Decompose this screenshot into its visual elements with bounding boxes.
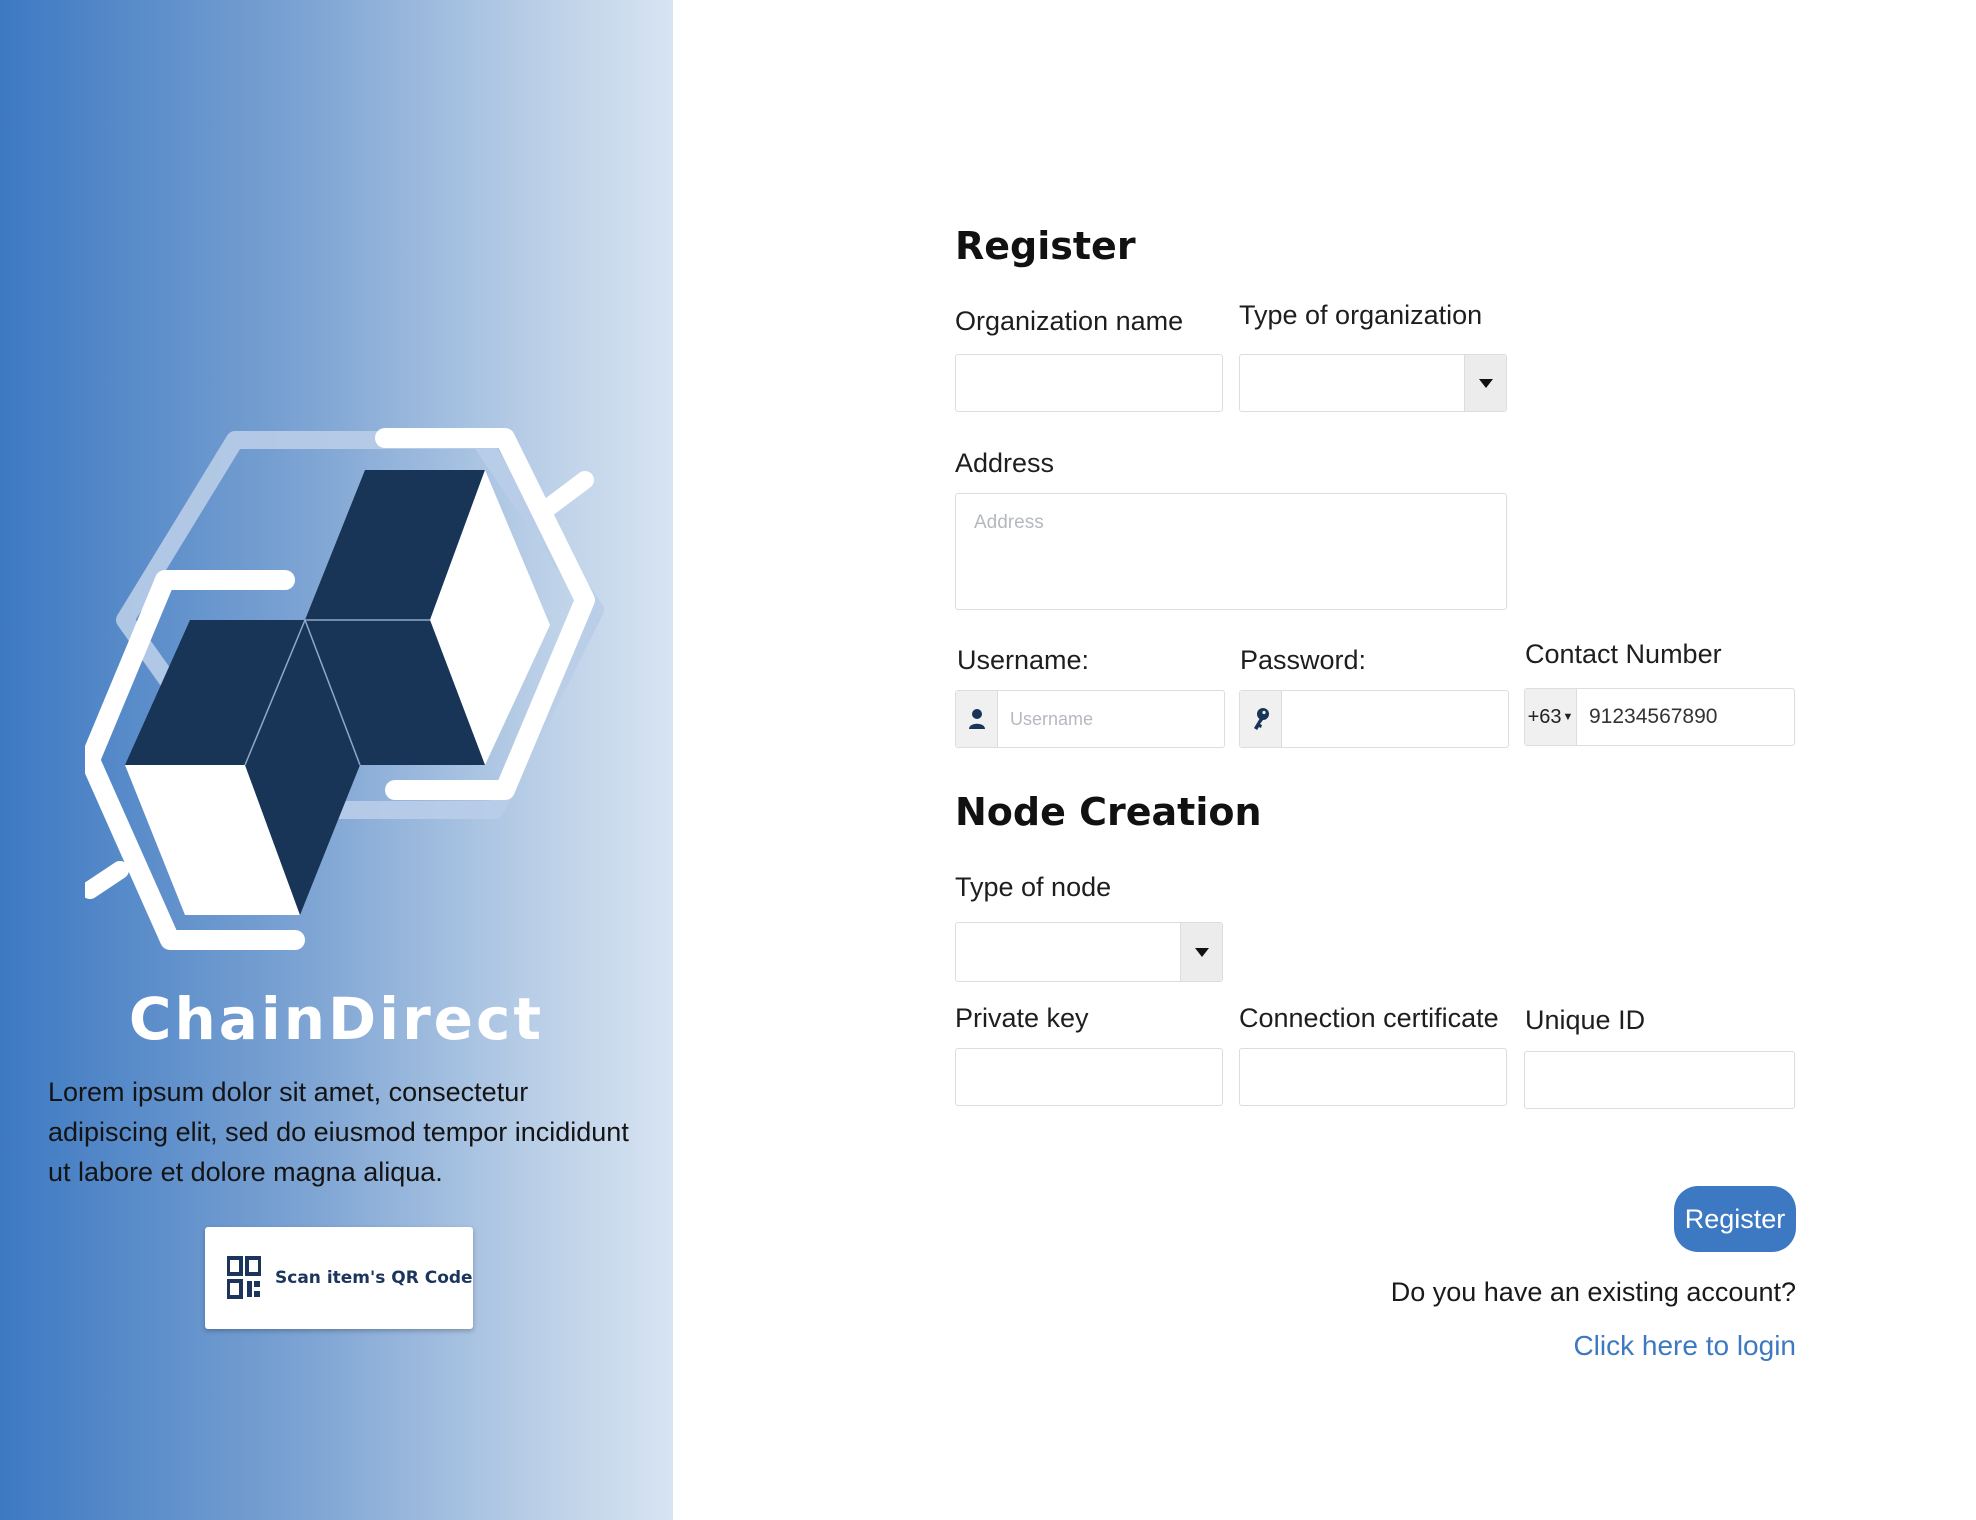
node-type-label: Type of node [955, 872, 1112, 902]
username-label: Username: [957, 645, 1090, 675]
password-input[interactable] [1282, 691, 1508, 747]
brand-panel: ChainDirect Lorem ipsum dolor sit amet, … [0, 0, 673, 1520]
organization-name-input[interactable] [955, 354, 1223, 412]
scan-qr-label: Scan item's QR Code [275, 1268, 473, 1288]
unique-id-input[interactable] [1524, 1051, 1795, 1109]
password-field[interactable] [1239, 690, 1509, 748]
register-title: Register [955, 224, 1136, 268]
organization-name-label: Organization name [955, 306, 1184, 336]
existing-account-text: Do you have an existing account? [1390, 1277, 1796, 1307]
username-field[interactable]: Username [955, 690, 1225, 748]
login-link[interactable]: Click here to login [1573, 1330, 1796, 1362]
unique-id-label: Unique ID [1525, 1005, 1646, 1035]
address-input[interactable]: Address [955, 493, 1507, 610]
key-icon [1240, 691, 1282, 747]
connection-certificate-label: Connection certificate [1239, 1003, 1499, 1033]
address-label: Address [955, 448, 1055, 478]
node-type-value [956, 923, 1180, 981]
organization-type-select[interactable] [1239, 354, 1507, 412]
chevron-down-icon[interactable] [1464, 355, 1506, 411]
country-code-select[interactable]: +63 ▼ [1525, 689, 1577, 745]
node-type-select[interactable] [955, 922, 1223, 982]
password-label: Password: [1240, 645, 1367, 675]
chevron-down-icon[interactable] [1180, 923, 1222, 981]
organization-type-value [1240, 355, 1464, 411]
connection-certificate-input[interactable] [1239, 1048, 1507, 1106]
contact-number-field[interactable]: +63 ▼ 91234567890 [1524, 688, 1795, 746]
contact-number-input[interactable]: 91234567890 [1577, 689, 1794, 745]
qr-code-icon [227, 1256, 261, 1299]
contact-number-label: Contact Number [1525, 639, 1722, 669]
country-code-value: +63 [1527, 705, 1562, 728]
brand-description: Lorem ipsum dolor sit amet, consectetur … [48, 1077, 629, 1187]
private-key-input[interactable] [955, 1048, 1223, 1106]
user-icon [956, 691, 998, 747]
organization-type-label: Type of organization [1239, 300, 1483, 330]
private-key-label: Private key [955, 1003, 1089, 1033]
username-input[interactable]: Username [998, 691, 1224, 747]
caret-down-icon: ▼ [1562, 711, 1574, 723]
register-button[interactable]: Register [1674, 1186, 1796, 1252]
scan-qr-button[interactable]: Scan item's QR Code [205, 1227, 473, 1329]
brand-name: ChainDirect [128, 985, 545, 1053]
node-creation-title: Node Creation [955, 790, 1262, 834]
chaindirect-logo [85, 428, 604, 950]
